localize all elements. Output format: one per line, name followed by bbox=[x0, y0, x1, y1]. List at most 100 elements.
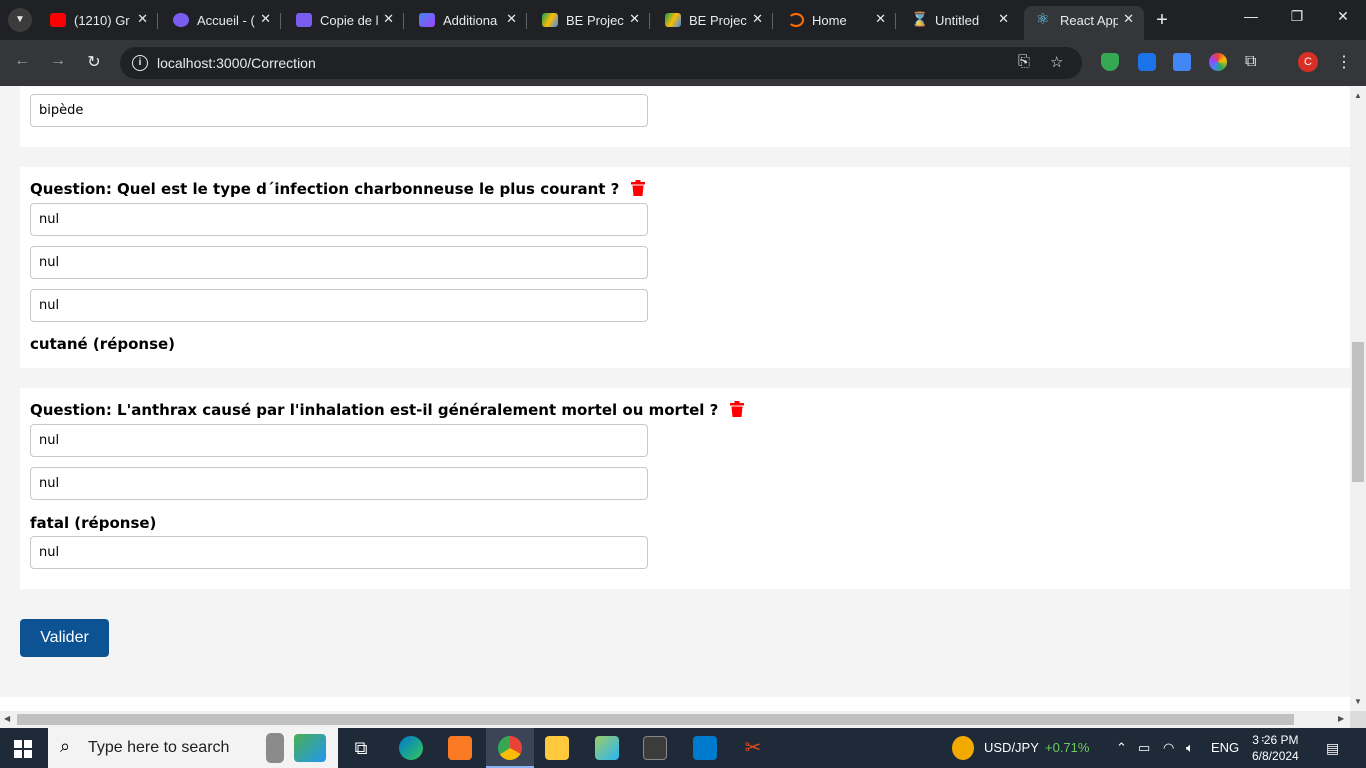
tab-be-project-2[interactable]: BE Project ✕ bbox=[653, 6, 773, 34]
forward-icon[interactable]: → bbox=[46, 52, 70, 70]
edge-icon[interactable] bbox=[399, 736, 423, 760]
cube-app-icon[interactable] bbox=[595, 736, 619, 760]
tab-title: Accueil - ( bbox=[197, 13, 255, 28]
close-icon[interactable]: ✕ bbox=[137, 11, 148, 27]
ticker-symbol[interactable]: USD/JPY bbox=[984, 740, 1039, 755]
language-indicator[interactable]: ENG bbox=[1211, 740, 1239, 755]
google-drive-icon bbox=[542, 13, 558, 27]
clock-time: 3᠄26 PM bbox=[1252, 733, 1299, 747]
youtube-icon bbox=[50, 13, 66, 27]
scrollbar-corner bbox=[1350, 711, 1366, 728]
tab-search-icon[interactable]: ▼ bbox=[8, 8, 32, 32]
scroll-thumb[interactable] bbox=[1352, 342, 1364, 482]
question-text: Question: L'anthrax causé par l'inhalati… bbox=[30, 401, 719, 419]
new-tab-button[interactable]: + bbox=[1150, 8, 1174, 32]
menu-icon[interactable]: ⋮ bbox=[1336, 52, 1352, 72]
bookmark-star-icon[interactable]: ☆ bbox=[1050, 53, 1063, 71]
close-icon[interactable]: ✕ bbox=[1123, 11, 1134, 27]
answer-field[interactable]: nul bbox=[30, 536, 648, 569]
answer-field[interactable]: nul bbox=[30, 467, 648, 500]
react-icon: ⚛ bbox=[1036, 11, 1050, 28]
tab-home[interactable]: Home ✕ bbox=[776, 6, 896, 34]
tab-title: Copie de l bbox=[320, 13, 378, 28]
wifi-icon[interactable]: ◠ bbox=[1163, 740, 1174, 756]
url-text[interactable]: localhost:3000/Correction bbox=[157, 55, 316, 71]
puzzle-icon[interactable]: ⧉ bbox=[1245, 53, 1263, 71]
scroll-down-icon[interactable]: ▼ bbox=[1354, 697, 1362, 706]
browser-toolbar: ← → ↻ i localhost:3000/Correction ⎘ ☆ ⧉ … bbox=[0, 40, 1366, 86]
extension-icon[interactable] bbox=[1138, 53, 1156, 71]
page-footer-area bbox=[0, 697, 1350, 711]
close-icon[interactable]: ✕ bbox=[506, 11, 517, 27]
windows-start-icon[interactable] bbox=[14, 740, 32, 758]
tab-title: Additiona bbox=[443, 13, 498, 28]
clock[interactable]: 3᠄26 PM 6/8/2024 bbox=[1252, 732, 1299, 764]
snipping-tool-icon[interactable]: ✂ bbox=[741, 736, 765, 760]
minimize-icon[interactable]: — bbox=[1236, 8, 1266, 24]
color-picker-icon[interactable] bbox=[1209, 53, 1227, 71]
close-icon[interactable]: ✕ bbox=[752, 11, 763, 27]
tab-untitled[interactable]: ⌛ Untitled ✕ bbox=[899, 6, 1019, 34]
search-placeholder: Type here to search bbox=[88, 739, 230, 756]
notifications-icon[interactable]: ▤ bbox=[1326, 740, 1339, 757]
tab-title: BE Project bbox=[566, 13, 624, 28]
trash-icon[interactable] bbox=[729, 401, 744, 417]
previous-question-card: bipède bbox=[20, 87, 1350, 147]
chevron-up-icon[interactable]: ⌃ bbox=[1116, 740, 1127, 756]
trash-icon[interactable] bbox=[630, 180, 645, 196]
volume-icon[interactable]: 🔈︎ bbox=[1186, 740, 1194, 756]
correct-answer-label: fatal (réponse) bbox=[30, 514, 157, 532]
luggage-icon bbox=[266, 733, 284, 763]
scroll-up-icon[interactable]: ▲ bbox=[1354, 91, 1362, 100]
close-icon[interactable]: ✕ bbox=[260, 11, 271, 27]
display-icon[interactable]: ▭ bbox=[1138, 740, 1150, 756]
answer-field[interactable]: nul bbox=[30, 289, 648, 322]
question-card: Question: Quel est le type d´infection c… bbox=[20, 167, 1350, 368]
close-icon[interactable]: ✕ bbox=[383, 11, 394, 27]
restore-icon[interactable]: ❐ bbox=[1282, 8, 1312, 25]
tab-be-project-1[interactable]: BE Project ✕ bbox=[530, 6, 650, 34]
tab-title: BE Project bbox=[689, 13, 747, 28]
validate-button[interactable]: Valider bbox=[20, 619, 109, 657]
terminal-icon[interactable] bbox=[643, 736, 667, 760]
close-window-icon[interactable]: ✕ bbox=[1328, 8, 1358, 25]
shield-extension-icon[interactable] bbox=[1101, 53, 1119, 71]
horizontal-scrollbar[interactable]: ◀ ▶ bbox=[0, 711, 1350, 728]
tab-accueil[interactable]: Accueil - ( ✕ bbox=[161, 6, 281, 34]
tab-copie[interactable]: Copie de l ✕ bbox=[284, 6, 404, 34]
tab-react-app[interactable]: ⚛ React App ✕ bbox=[1024, 6, 1144, 40]
answer-field[interactable]: nul bbox=[30, 424, 648, 457]
clock-date: 6/8/2024 bbox=[1252, 749, 1299, 763]
task-view-icon[interactable]: ⧉ bbox=[349, 736, 373, 760]
tab-title: (1210) Gr bbox=[74, 13, 130, 28]
scroll-right-icon[interactable]: ▶ bbox=[1338, 714, 1344, 723]
site-info-icon[interactable]: i bbox=[132, 55, 148, 71]
tab-additional[interactable]: Additiona ✕ bbox=[407, 6, 527, 34]
ticker-change[interactable]: +0.71% bbox=[1045, 740, 1089, 755]
install-app-icon[interactable]: ⎘ bbox=[1018, 53, 1030, 70]
answer-field[interactable]: bipède bbox=[30, 94, 648, 127]
file-explorer-icon[interactable] bbox=[545, 736, 569, 760]
page-viewport: bipède Question: Quel est le type d´infe… bbox=[0, 87, 1350, 711]
currency-icon bbox=[952, 736, 974, 760]
profile-avatar[interactable]: C bbox=[1298, 52, 1318, 72]
close-icon[interactable]: ✕ bbox=[629, 11, 640, 27]
address-bar[interactable]: i localhost:3000/Correction ⎘ ☆ bbox=[120, 47, 1082, 79]
tab-youtube[interactable]: (1210) Gr ✕ bbox=[38, 6, 158, 34]
screen-capture-icon[interactable] bbox=[1173, 53, 1191, 71]
tab-title: Home bbox=[812, 13, 847, 28]
back-icon[interactable]: ← bbox=[10, 52, 34, 70]
close-icon[interactable]: ✕ bbox=[998, 11, 1009, 27]
search-icon: ⌕ bbox=[60, 736, 71, 756]
xampp-icon[interactable] bbox=[448, 736, 472, 760]
answer-field[interactable]: nul bbox=[30, 203, 648, 236]
taskbar-search-box[interactable]: ⌕ Type here to search bbox=[48, 728, 338, 768]
vscode-icon[interactable] bbox=[693, 736, 717, 760]
vertical-scrollbar[interactable]: ▲ ▼ bbox=[1350, 87, 1366, 711]
scroll-left-icon[interactable]: ◀ bbox=[4, 714, 10, 723]
reload-icon[interactable]: ↻ bbox=[82, 52, 106, 72]
close-icon[interactable]: ✕ bbox=[875, 11, 886, 27]
scroll-thumb[interactable] bbox=[17, 714, 1294, 725]
chrome-icon[interactable] bbox=[498, 736, 522, 760]
answer-field[interactable]: nul bbox=[30, 246, 648, 279]
